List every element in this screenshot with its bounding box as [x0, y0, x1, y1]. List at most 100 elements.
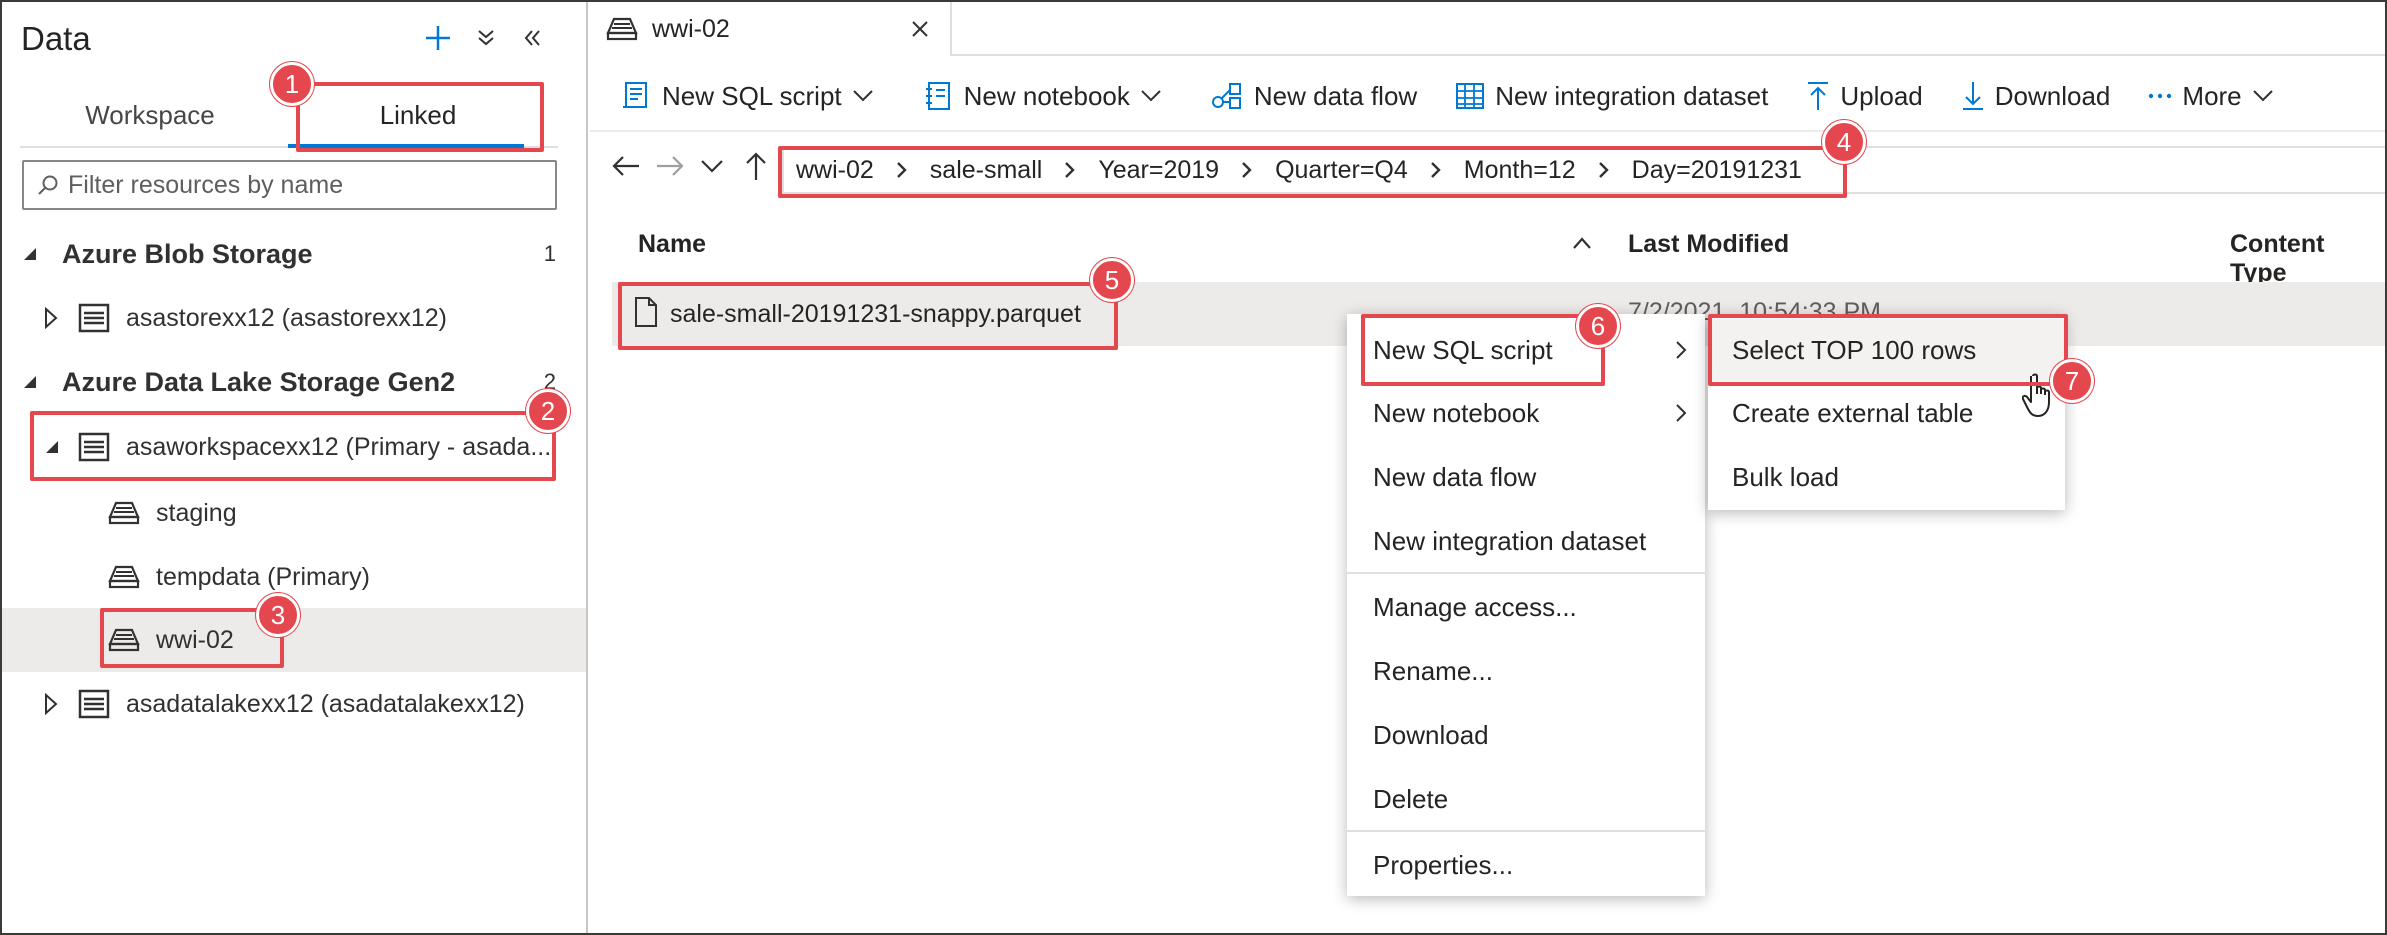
recent-locations-button[interactable] [694, 148, 730, 184]
annotation-badge: 6 [1576, 304, 1620, 348]
tree-item-label: tempdata (Primary) [156, 562, 370, 591]
close-icon[interactable] [910, 19, 930, 39]
chevron-right-icon [1676, 341, 1687, 359]
sort-ascending-icon[interactable] [1572, 236, 1592, 250]
caret-down-icon [46, 441, 58, 453]
section-label: Azure Data Lake Storage Gen2 [62, 366, 456, 397]
new-sql-script-button[interactable]: New SQL script [620, 80, 884, 112]
menu-divider [1347, 830, 1705, 832]
collapse-all-button[interactable] [466, 18, 506, 58]
download-label: Download [1994, 80, 2111, 111]
new-data-flow-button[interactable]: New data flow [1210, 80, 1417, 112]
search-icon [38, 175, 58, 195]
forward-button[interactable] [652, 148, 688, 184]
chevron-down-icon [701, 160, 723, 173]
chevron-right-icon [1241, 161, 1253, 179]
file-icon [635, 297, 657, 327]
menu-item-label: Manage access... [1373, 591, 1577, 622]
tree-item-staging[interactable]: staging [2, 481, 586, 545]
up-button[interactable] [738, 148, 774, 184]
add-resource-button[interactable] [418, 18, 458, 58]
context-menu: New SQL script New notebook New data flo… [1347, 314, 1705, 896]
new-integration-dataset-label: New integration dataset [1495, 80, 1769, 111]
breadcrumb-item[interactable]: Year=2019 [1098, 156, 1219, 185]
chevron-right-icon [1598, 161, 1610, 179]
tree-item-asastorexx12[interactable]: asastorexx12 (asastorexx12) [2, 286, 586, 350]
tab-strip [952, 2, 2385, 56]
menu-item-rename[interactable]: Rename... [1347, 640, 1705, 702]
breadcrumb-item[interactable]: wwi-02 [796, 156, 874, 185]
collapse-panel-button[interactable] [512, 18, 552, 58]
new-notebook-button[interactable]: New notebook [922, 80, 1172, 112]
breadcrumb-item[interactable]: Day=20191231 [1632, 156, 1802, 185]
menu-item-bulk-load[interactable]: Bulk load [1708, 446, 2065, 508]
annotation-badge: 7 [2050, 359, 2094, 403]
submenu-new-sql-script: Select TOP 100 rows Create external tabl… [1708, 314, 2065, 510]
arrow-right-icon [657, 156, 684, 176]
tree-item-asadatalakexx12[interactable]: asadatalakexx12 (asadatalakexx12) [2, 672, 586, 736]
breadcrumb-item[interactable]: Quarter=Q4 [1275, 156, 1408, 185]
data-panel: Data Workspace Linked Azure Blob Storage… [2, 2, 588, 933]
column-header-content-type[interactable]: Content Type [2230, 230, 2387, 288]
sql-script-icon [623, 82, 647, 108]
back-button[interactable] [608, 148, 644, 184]
menu-item-new-sql-script[interactable]: New SQL script [1347, 319, 1705, 381]
menu-item-new-data-flow[interactable]: New data flow [1347, 446, 1705, 508]
toolbar-divider [590, 130, 2385, 132]
chevron-down-icon [852, 90, 873, 102]
menu-item-label: Delete [1373, 783, 1449, 814]
download-icon [1962, 82, 1983, 110]
plus-icon [426, 26, 450, 50]
section-adls-gen2[interactable]: Azure Data Lake Storage Gen2 2 [2, 350, 586, 414]
menu-item-new-notebook[interactable]: New notebook [1347, 382, 1705, 444]
new-data-flow-label: New data flow [1253, 80, 1418, 111]
panel-title: Data [21, 20, 91, 57]
menu-item-create-external-table[interactable]: Create external table [1708, 382, 2065, 444]
upload-icon [1808, 82, 1829, 110]
container-icon [606, 17, 638, 41]
menu-item-new-integration-dataset[interactable]: New integration dataset [1347, 510, 1705, 572]
more-button[interactable]: More [2148, 81, 2283, 112]
menu-item-label: Download [1373, 719, 1489, 750]
menu-item-download[interactable]: Download [1347, 704, 1705, 766]
tree-item-label: asadatalakexx12 (asadatalakexx12) [126, 689, 525, 718]
chevron-down-icon [1141, 90, 1161, 102]
new-integration-dataset-button[interactable]: New integration dataset [1455, 81, 1768, 112]
ellipsis-icon [2149, 93, 2172, 99]
column-header-name[interactable]: Name [638, 230, 706, 259]
active-tab-indicator [288, 144, 524, 148]
tree-item-asaworkspacexx12[interactable]: asaworkspacexx12 (Primary - asada... [2, 415, 586, 479]
menu-item-label: Select TOP 100 rows [1732, 334, 1977, 365]
filter-input[interactable] [68, 170, 538, 200]
tab-workspace[interactable]: Workspace [40, 82, 260, 148]
toolbar: New SQL script New notebook New data flo… [620, 70, 2322, 122]
file-name: sale-small-20191231-snappy.parquet [670, 300, 1081, 328]
chevron-right-icon [1430, 161, 1442, 179]
menu-item-manage-access[interactable]: Manage access... [1347, 576, 1705, 638]
menu-item-delete[interactable]: Delete [1347, 768, 1705, 830]
tree-item-label: asastorexx12 (asastorexx12) [126, 303, 447, 332]
arrow-left-icon [612, 156, 639, 176]
upload-label: Upload [1840, 80, 1923, 111]
storage-account-icon [78, 689, 110, 719]
document-tab-label: wwi-02 [652, 14, 730, 43]
annotation-badge: 3 [256, 593, 300, 637]
new-sql-script-label: New SQL script [662, 80, 842, 111]
chevron-down-icon [2252, 90, 2273, 102]
document-tab[interactable]: wwi-02 [590, 2, 952, 56]
column-header-last-modified[interactable]: Last Modified [1628, 230, 1789, 259]
tab-linked[interactable]: Linked [300, 82, 536, 148]
section-blob-storage[interactable]: Azure Blob Storage 1 [2, 222, 586, 286]
menu-item-properties[interactable]: Properties... [1347, 834, 1705, 896]
filter-box [22, 160, 557, 210]
breadcrumb-item[interactable]: sale-small [930, 156, 1043, 185]
menu-item-label: Create external table [1732, 397, 1974, 428]
annotation-badge: 5 [1090, 258, 1134, 302]
menu-item-label: Rename... [1373, 655, 1493, 686]
breadcrumb-item[interactable]: Month=12 [1464, 156, 1576, 185]
breadcrumb: wwi-02 sale-small Year=2019 Quarter=Q4 M… [782, 146, 2385, 194]
chevron-right-icon [896, 161, 908, 179]
menu-item-select-top-100-rows[interactable]: Select TOP 100 rows [1708, 319, 2065, 381]
upload-button[interactable]: Upload [1806, 80, 1923, 112]
download-button[interactable]: Download [1961, 80, 2111, 112]
